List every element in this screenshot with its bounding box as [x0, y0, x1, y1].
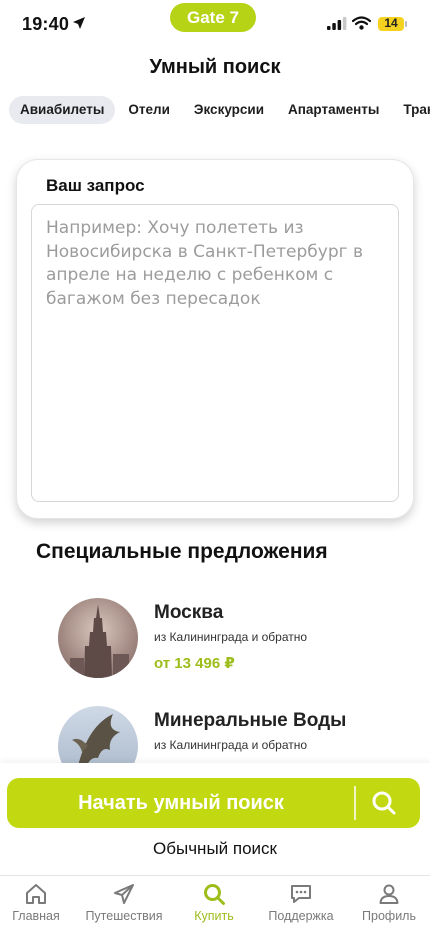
offer-subtitle: из Калининграда и обратно [154, 630, 308, 644]
tab-apartments[interactable]: Апартаменты [277, 96, 390, 124]
plane-icon [114, 884, 134, 904]
user-icon [379, 884, 399, 904]
query-card: Ваш запрос [16, 159, 414, 519]
tab-excursions[interactable]: Экскурсии [183, 96, 275, 124]
signal-icon [327, 17, 347, 30]
home-icon [26, 884, 46, 904]
tab-avia[interactable]: Авиабилеты [9, 96, 116, 124]
offer-price: от 13 496 ₽ [154, 655, 235, 672]
cta-divider [354, 786, 356, 820]
start-smart-search-button[interactable]: Начать умный поиск [7, 778, 420, 828]
tab-hotels[interactable]: Отели [117, 96, 181, 124]
offer-image-moscow [58, 598, 138, 678]
nav-label: Поддержка [268, 909, 334, 923]
page-title: Умный поиск [149, 56, 281, 78]
nav-label: Профиль [362, 909, 416, 923]
tab-transfer[interactable]: Транс [392, 96, 430, 124]
offer-subtitle: из Калининграда и обратно [154, 738, 308, 752]
nav-label: Путешествия [85, 909, 163, 923]
nav-item-buy[interactable]: Купить [171, 882, 257, 923]
query-label: Ваш запрос [46, 176, 145, 195]
status-bar: 19:40 Gate 7 14 [0, 0, 430, 50]
bottom-nav: Главная Путешествия Купить Поддержка Про… [0, 875, 430, 933]
start-smart-search-label: Начать умный поиск [78, 792, 284, 814]
location-arrow-icon [73, 17, 85, 29]
nav-item-support[interactable]: Поддержка [258, 882, 344, 923]
nav-label: Главная [12, 909, 60, 923]
status-time: 19:40 [22, 14, 70, 34]
wifi-icon [352, 16, 371, 30]
offer-city: Москва [154, 602, 224, 623]
nav-label: Купить [194, 909, 234, 923]
action-area: Начать умный поиск Обычный поиск [0, 763, 430, 875]
nav-item-travels[interactable]: Путешествия [81, 882, 167, 923]
regular-search-link[interactable]: Обычный поиск [0, 839, 430, 859]
search-icon [372, 791, 396, 815]
offer-city: Минеральные Воды [154, 710, 347, 731]
chat-icon [291, 885, 311, 903]
gate-pill[interactable]: Gate 7 [170, 3, 256, 32]
query-textarea[interactable] [31, 204, 399, 502]
search-icon [204, 884, 225, 905]
battery-tip [405, 21, 407, 27]
offer-card[interactable]: Москва из Калининграда и обратно от 13 4… [58, 598, 418, 680]
offers-section-title: Специальные предложения [36, 540, 328, 563]
nav-item-profile[interactable]: Профиль [346, 882, 430, 923]
battery-level: 14 [384, 16, 398, 30]
nav-item-home[interactable]: Главная [0, 882, 79, 923]
battery-icon: 14 [378, 16, 404, 31]
category-tabs: АвиабилетыОтелиЭкскурсииАпартаментыТранс [9, 96, 430, 126]
